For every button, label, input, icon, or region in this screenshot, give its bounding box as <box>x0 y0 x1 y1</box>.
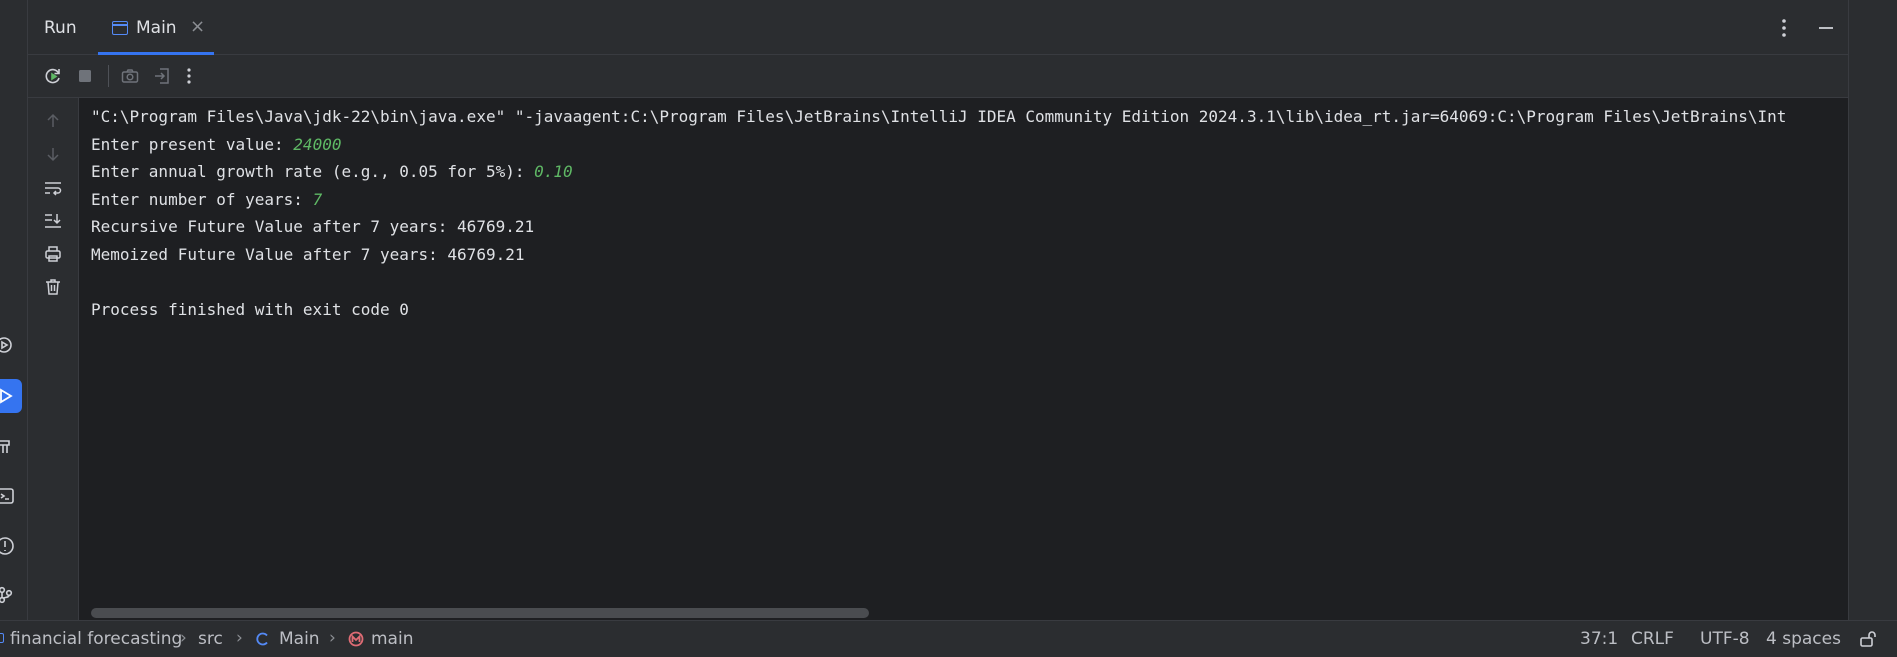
module-icon <box>0 633 4 643</box>
console-line: Enter annual growth rate (e.g., 0.05 for… <box>91 162 535 182</box>
application-window-icon <box>112 21 128 35</box>
tab-main-label: Main <box>136 18 177 38</box>
run-icon[interactable] <box>0 379 22 413</box>
more-vertical-icon[interactable] <box>176 63 202 89</box>
console-line: Process finished with exit code 0 <box>91 300 409 320</box>
exit-icon[interactable] <box>149 63 175 89</box>
console-output[interactable]: "C:\Program Files\Java\jdk-22\bin\java.e… <box>79 98 1848 620</box>
git-icon[interactable] <box>0 578 22 612</box>
user-input: 7 <box>312 189 323 209</box>
class-icon <box>254 630 272 648</box>
tool-window-bar-left <box>0 0 28 620</box>
arrow-up-icon[interactable] <box>40 108 66 134</box>
arrow-down-icon[interactable] <box>40 141 66 167</box>
minimize-icon[interactable] <box>1816 16 1836 40</box>
build-icon[interactable] <box>0 429 22 463</box>
status-bar: financial forecasting › src › Main › mai… <box>0 620 1897 657</box>
breadcrumb-method[interactable]: main <box>371 629 413 649</box>
console-text: "C:\Program Files\Java\jdk-22\bin\java.e… <box>91 103 1786 324</box>
print-icon[interactable] <box>40 241 66 267</box>
more-options-icon[interactable] <box>1777 16 1791 40</box>
run-toolbar <box>28 55 1848 98</box>
tool-window-bar-right <box>1848 0 1897 620</box>
breadcrumb-class[interactable]: Main <box>279 629 320 649</box>
unlock-icon[interactable] <box>1858 629 1878 649</box>
console-line: Enter present value: <box>91 134 294 154</box>
line-separator[interactable]: CRLF <box>1631 629 1674 649</box>
user-input: 0.10 <box>534 162 573 182</box>
chevron-right-icon: › <box>180 628 187 648</box>
run-panel-title: Run <box>44 18 77 38</box>
console-line: "C:\Program Files\Java\jdk-22\bin\java.e… <box>91 107 1787 126</box>
toolbar-separator <box>108 65 109 87</box>
console-gutter <box>28 98 79 620</box>
soft-wrap-icon[interactable] <box>40 175 66 201</box>
indent-settings[interactable]: 4 spaces <box>1766 629 1841 649</box>
user-input: 24000 <box>293 134 342 154</box>
close-tab-icon[interactable]: × <box>190 16 205 37</box>
problems-icon[interactable] <box>0 529 22 563</box>
breadcrumb-project[interactable]: financial forecasting <box>10 629 182 649</box>
run-panel-header: Run Main × <box>28 4 1848 55</box>
chevron-right-icon: › <box>236 628 243 648</box>
trash-icon[interactable] <box>40 274 66 300</box>
console-line: Recursive Future Value after 7 years: 46… <box>91 217 535 237</box>
horizontal-scrollbar[interactable] <box>91 608 869 618</box>
tab-main[interactable]: Main × <box>98 4 214 55</box>
caret-position[interactable]: 37:1 <box>1580 629 1618 649</box>
rerun-icon[interactable] <box>40 63 66 89</box>
console-line: Enter number of years: <box>91 189 313 209</box>
camera-icon[interactable] <box>117 63 143 89</box>
breadcrumb-folder[interactable]: src <box>198 629 223 649</box>
method-icon <box>347 630 365 648</box>
chevron-right-icon: › <box>329 628 336 648</box>
scroll-to-end-icon[interactable] <box>40 208 66 234</box>
terminal-icon[interactable] <box>0 479 22 513</box>
services-icon[interactable] <box>0 328 22 362</box>
console-line: Memoized Future Value after 7 years: 467… <box>91 244 525 264</box>
file-encoding[interactable]: UTF-8 <box>1700 629 1750 649</box>
stop-icon[interactable] <box>72 63 98 89</box>
